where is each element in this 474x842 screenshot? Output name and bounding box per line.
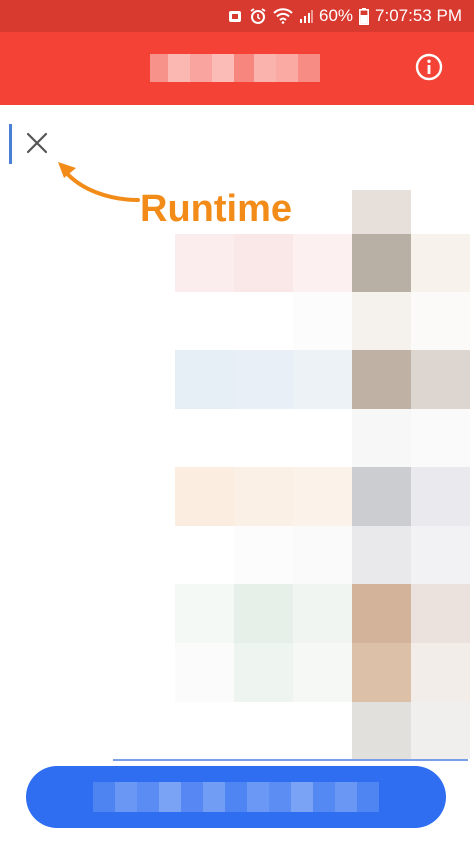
text-cursor — [9, 124, 12, 164]
button-label-obscured — [93, 782, 379, 812]
close-button[interactable] — [22, 130, 52, 160]
signal-icon — [299, 9, 314, 23]
battery-icon — [359, 7, 370, 25]
annotation-label: Runtime — [140, 188, 292, 230]
battery-percent: 60% — [319, 6, 354, 25]
app-bar — [0, 32, 474, 105]
status-bar: 60% 7:07:53 PM — [0, 0, 474, 32]
alarm-clock-icon — [249, 7, 267, 25]
obscured-content — [0, 0, 474, 842]
info-circle-icon — [415, 53, 443, 86]
list-divider — [113, 759, 468, 761]
clock: 7:07:53 PM — [375, 6, 462, 25]
close-icon — [26, 132, 48, 159]
primary-action-button[interactable] — [26, 766, 446, 828]
annotation-arrow-icon — [50, 150, 142, 217]
notification-icon — [227, 8, 243, 24]
wifi-icon — [273, 8, 293, 24]
app-title-obscured — [150, 54, 320, 82]
info-button[interactable] — [414, 53, 444, 86]
